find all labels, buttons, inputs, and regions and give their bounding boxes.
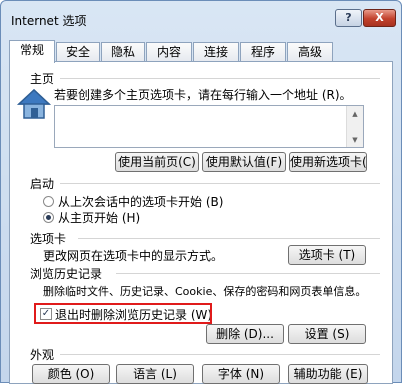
section-divider [116,273,380,274]
appearance-heading: 外观 [30,348,55,362]
homepage-heading: 主页 [30,72,55,86]
tab-security[interactable]: 安全 [56,42,100,62]
radio-last-session-label: 从上次会话中的选项卡开始 (B) [58,195,224,209]
history-heading: 浏览历史记录 [30,267,103,281]
help-button[interactable]: ? [335,9,362,27]
accessibility-button[interactable]: 辅助功能 (E) [288,364,368,384]
use-current-button[interactable]: 使用当前页(C) [115,152,199,172]
tab-programs[interactable]: 程序 [240,42,286,62]
colors-button[interactable]: 颜色 (O) [32,364,110,384]
internet-options-dialog: Internet 选项 ? X 常规 安全 隐私 内容 连接 程序 高级 主页 … [0,0,402,384]
section-divider [60,354,380,355]
section-divider [60,78,380,79]
use-default-button[interactable]: 使用默认值(F) [202,152,286,172]
radio-homepage-label: 从主页开始 (H) [58,211,141,225]
use-new-tab-button[interactable]: 使用新选项卡(U [289,152,367,172]
tabs-heading: 选项卡 [30,232,67,246]
close-button[interactable]: X [363,9,396,27]
general-panel: 主页 若要创建多个主页选项卡，请在每行输入一个地址 (R)。 ▲ ▼ 使用当前页… [9,61,393,384]
tab-advanced[interactable]: 高级 [287,42,333,62]
tab-connections[interactable]: 连接 [193,42,239,62]
tabs-description: 更改网页在选项卡中的显示方式。 [43,249,224,263]
window-title: Internet 选项 [11,14,87,28]
tab-content[interactable]: 内容 [146,42,192,62]
scroll-up-icon[interactable]: ▲ [347,108,363,120]
radio-homepage[interactable] [43,212,54,223]
radio-last-session[interactable] [43,196,54,207]
homepage-description: 若要创建多个主页选项卡，请在每行输入一个地址 (R)。 [54,88,352,102]
title-bar: Internet 选项 ? X [1,1,401,33]
delete-history-button[interactable]: 删除 (D)... [206,324,284,344]
section-divider [60,183,380,184]
languages-button[interactable]: 语言 (L) [116,364,194,384]
highlight-box [34,303,212,324]
history-settings-button[interactable]: 设置 (S) [288,324,366,344]
history-description: 删除临时文件、历史记录、Cookie、保存的密码和网页表单信息。 [43,285,367,298]
section-divider [78,238,380,239]
address-scrollbar[interactable]: ▲ ▼ [346,106,363,147]
tab-general[interactable]: 常规 [9,40,55,63]
homepage-address-input[interactable]: ▲ ▼ [54,105,364,148]
fonts-button[interactable]: 字体 (N) [202,364,280,384]
startup-heading: 启动 [30,177,55,191]
tabs-settings-button[interactable]: 选项卡 (T) [288,245,366,265]
tab-privacy[interactable]: 隐私 [101,42,145,62]
home-icon [17,88,51,119]
scroll-down-icon[interactable]: ▼ [347,134,363,146]
